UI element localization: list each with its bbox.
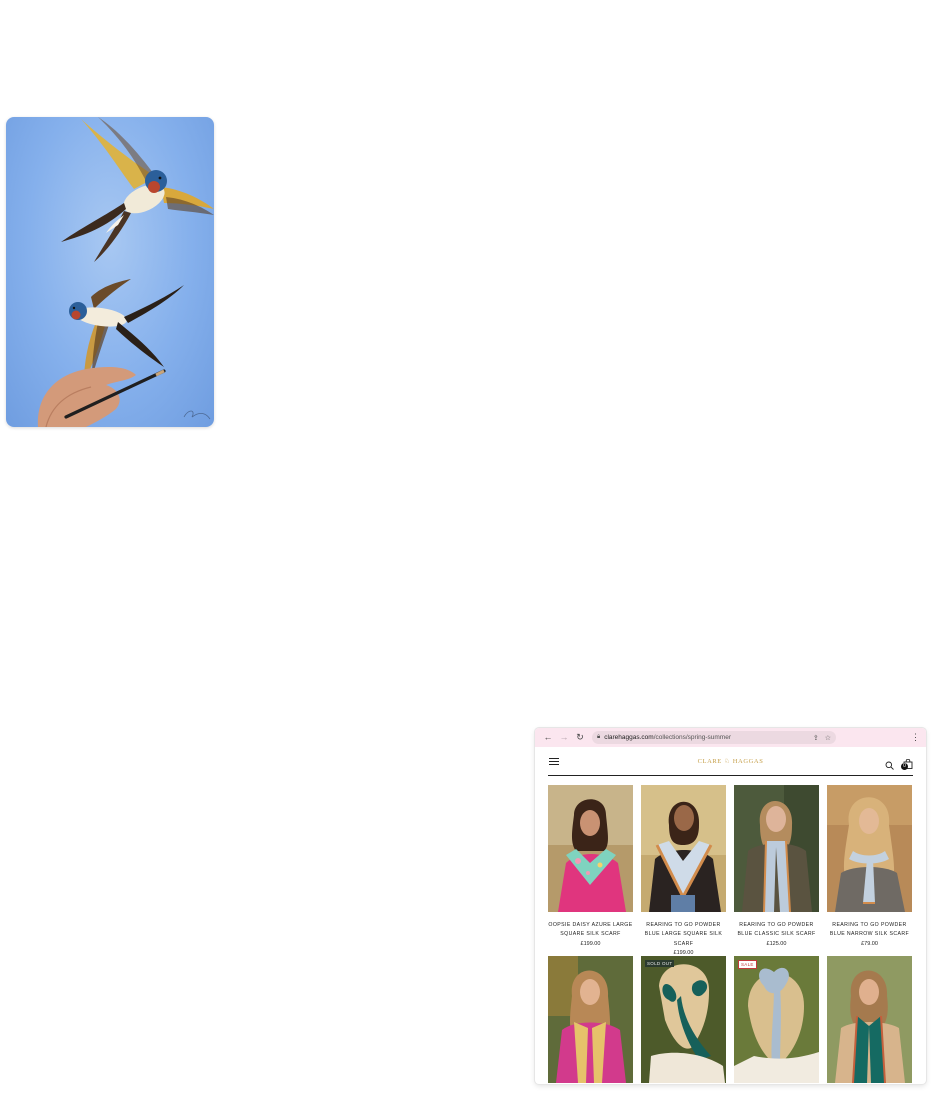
product-image[interactable] xyxy=(548,785,633,912)
product-card[interactable] xyxy=(827,956,912,1084)
cart-count-badge: 0 xyxy=(901,763,908,770)
product-image[interactable]: SOLD OUT xyxy=(641,956,726,1084)
url-domain: clarehaggas.com xyxy=(604,734,654,741)
back-arrow-icon[interactable]: ← xyxy=(541,731,555,745)
product-price: £79.00 xyxy=(861,940,878,947)
product-title[interactable]: REARING TO GO POWDER BLUE LARGE SQUARE S… xyxy=(641,921,726,949)
bookmark-star-icon[interactable]: ☆ xyxy=(825,734,831,742)
product-image[interactable] xyxy=(548,956,633,1084)
lock-icon: 🔒︎ xyxy=(597,734,601,740)
product-card[interactable]: REARING TO GO POWDER BLUE NARROW SILK SC… xyxy=(827,785,912,956)
sale-badge: SALE xyxy=(738,960,757,970)
reload-icon[interactable]: ↻ xyxy=(573,731,587,745)
product-image[interactable] xyxy=(641,785,726,912)
shopping-bag-icon[interactable]: 0 xyxy=(901,756,913,770)
product-card[interactable]: SALE xyxy=(734,956,819,1084)
product-card[interactable] xyxy=(548,956,633,1084)
sold-out-badge: SOLD OUT xyxy=(645,960,675,968)
product-grid: OOPSIE DAISY AZURE LARGE SQUARE SILK SCA… xyxy=(548,785,913,1084)
product-image[interactable] xyxy=(827,956,912,1084)
product-price: £125.00 xyxy=(766,940,787,947)
site-header: CLARE ♘ HAGGAS 0 xyxy=(548,747,913,776)
product-image[interactable]: SALE xyxy=(734,956,819,1084)
product-card[interactable]: SOLD OUT xyxy=(641,956,726,1084)
browser-toolbar: ← → ↻ 🔒︎ clarehaggas.com/collections/spr… xyxy=(535,728,926,747)
product-title[interactable]: OOPSIE DAISY AZURE LARGE SQUARE SILK SCA… xyxy=(548,921,633,940)
swallow-artwork-image xyxy=(6,117,214,427)
browser-window: ← → ↻ 🔒︎ clarehaggas.com/collections/spr… xyxy=(535,728,926,1084)
product-card[interactable]: REARING TO GO POWDER BLUE CLASSIC SILK S… xyxy=(734,785,819,956)
search-icon[interactable] xyxy=(885,757,894,770)
hamburger-menu-icon[interactable] xyxy=(549,757,559,765)
browser-menu-icon[interactable]: ⋮ xyxy=(911,732,920,743)
product-card[interactable]: OOPSIE DAISY AZURE LARGE SQUARE SILK SCA… xyxy=(548,785,633,956)
forward-arrow-icon[interactable]: → xyxy=(557,731,571,745)
product-image[interactable] xyxy=(827,785,912,912)
address-bar[interactable]: 🔒︎ clarehaggas.com/collections/spring-su… xyxy=(592,731,836,744)
product-image[interactable] xyxy=(734,785,819,912)
share-icon[interactable]: ⇪ xyxy=(813,734,819,742)
product-title[interactable]: REARING TO GO POWDER BLUE CLASSIC SILK S… xyxy=(734,921,819,940)
product-title[interactable]: REARING TO GO POWDER BLUE NARROW SILK SC… xyxy=(827,921,912,940)
site-logo[interactable]: CLARE ♘ HAGGAS xyxy=(698,757,764,765)
product-price: £199.00 xyxy=(580,940,601,947)
url-path: /collections/spring-summer xyxy=(653,734,732,741)
product-card[interactable]: REARING TO GO POWDER BLUE LARGE SQUARE S… xyxy=(641,785,726,956)
